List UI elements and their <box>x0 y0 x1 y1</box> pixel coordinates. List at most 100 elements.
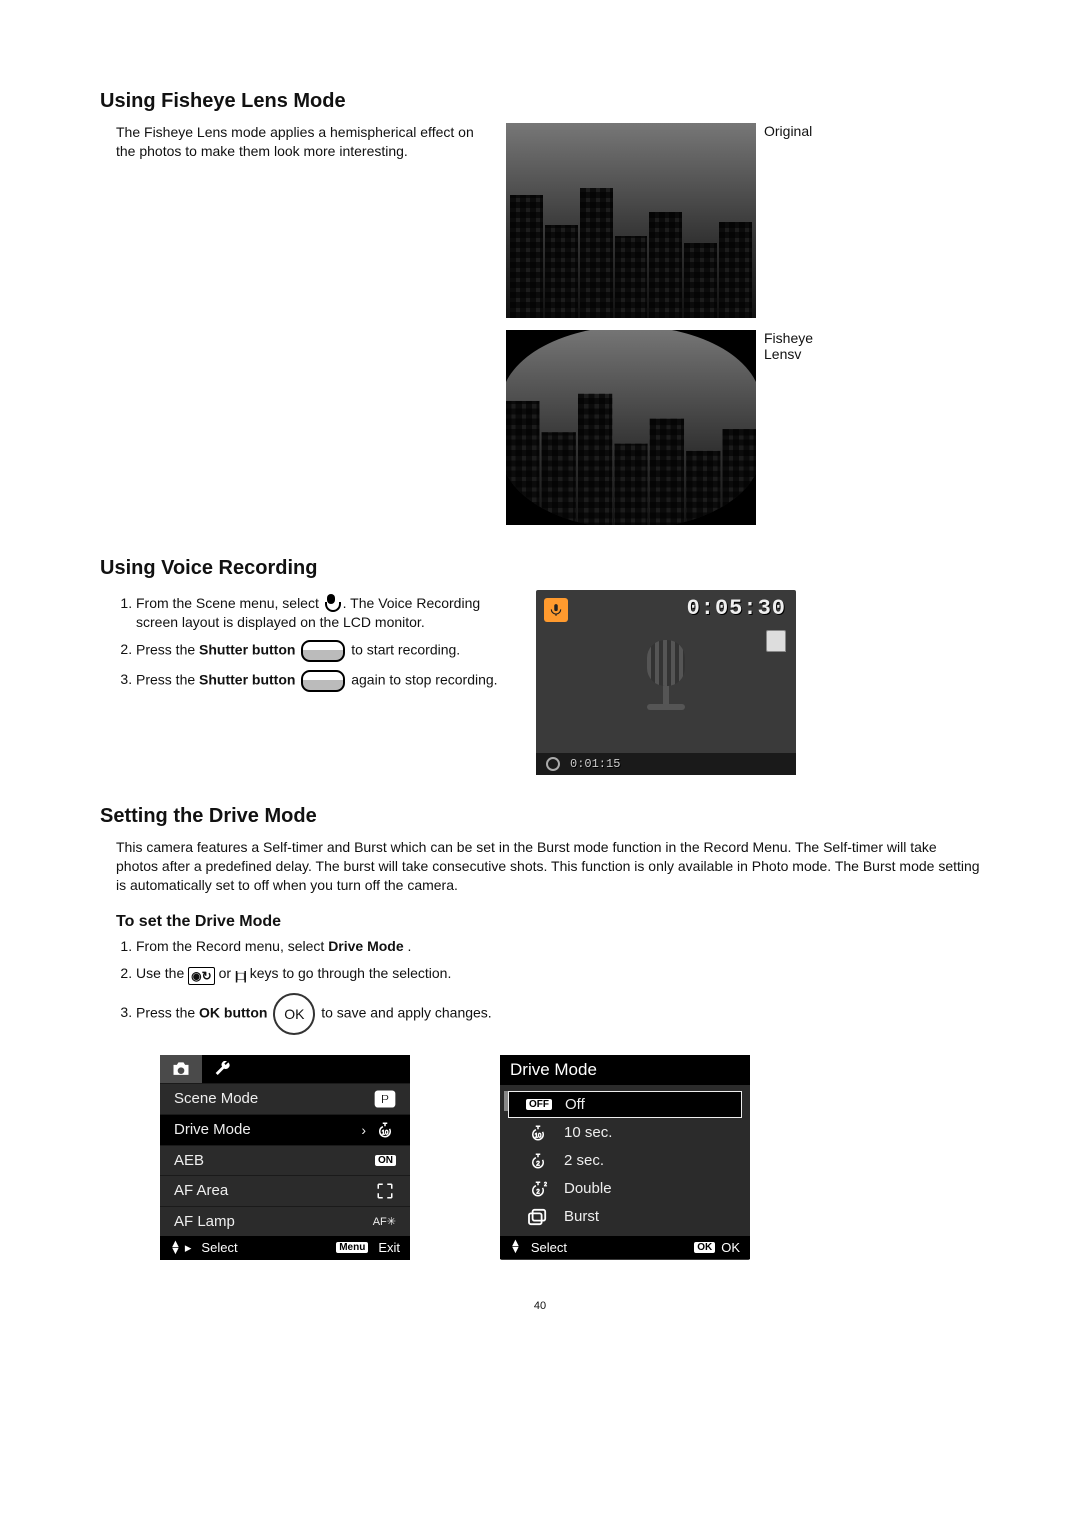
label-fisheye-1: Fisheye <box>764 330 824 346</box>
program-p-icon: P <box>374 1090 396 1108</box>
menu-item-drive-mode[interactable]: Drive Mode › 10 <box>160 1114 410 1145</box>
voice-step-2a: Press the <box>136 641 199 657</box>
microphone-large-icon <box>647 640 685 710</box>
heading-drive: Setting the Drive Mode <box>100 805 980 828</box>
drive-menu-title: Drive Mode <box>500 1055 750 1085</box>
voice-step-3b: Shutter button <box>199 671 295 687</box>
drive-intro: This camera features a Self-timer and Bu… <box>100 838 980 895</box>
fisheye-intro: The Fisheye Lens mode applies a hemisphe… <box>116 123 486 161</box>
figure-record-menu: Scene Mode P Drive Mode › 10 AEB ON AF A… <box>160 1055 410 1260</box>
drive-option-10sec[interactable]: 10 10 sec. <box>508 1120 742 1146</box>
footer-select-label: Select <box>201 1240 237 1255</box>
svg-text:10: 10 <box>382 1130 389 1136</box>
drive-option-2sec[interactable]: 2 2 sec. <box>508 1148 742 1174</box>
microphone-icon <box>323 594 339 612</box>
off-badge-icon: OFF <box>526 1099 552 1110</box>
voice-step-2: Press the Shutter button to start record… <box>136 640 516 662</box>
voice-step-3a: Press the <box>136 671 199 687</box>
menu-item-label: AEB <box>174 1152 204 1169</box>
timer-10-icon: 10 <box>527 1124 549 1142</box>
figure-voice-recorder-lcd: 0:05:30 0:01:15 <box>536 590 796 775</box>
drive-step-2b: or <box>219 965 235 981</box>
drive-step-1c: . <box>408 938 412 954</box>
on-badge-icon: ON <box>375 1155 396 1166</box>
timer-double-icon: 22 <box>527 1180 549 1198</box>
timer-2-icon: 2 <box>527 1152 549 1170</box>
drive-option-burst[interactable]: Burst <box>508 1204 742 1230</box>
af-lamp-value: AF✳ <box>373 1215 396 1228</box>
drive-option-off[interactable]: OFF Off <box>508 1091 742 1118</box>
figure-original-photo <box>506 123 756 318</box>
timer-10-icon: 10 <box>374 1121 396 1139</box>
svg-text:P: P <box>381 1092 389 1106</box>
drive-step-2c: keys to go through the selection. <box>250 965 452 981</box>
burst-icon <box>527 1208 549 1226</box>
memory-card-icon <box>766 630 786 652</box>
label-fisheye-2: Lensv <box>764 346 824 362</box>
heading-voice: Using Voice Recording <box>100 557 980 580</box>
voice-step-1: From the Scene menu, select . The Voice … <box>136 594 516 632</box>
drive-step-3b: OK button <box>199 1004 267 1020</box>
tab-camera[interactable] <box>160 1055 202 1083</box>
tab-setup[interactable] <box>202 1055 244 1083</box>
drive-option-label: 2 sec. <box>564 1152 604 1169</box>
drive-step-1: From the Record menu, select Drive Mode … <box>136 937 980 956</box>
footer-exit-label: Exit <box>378 1240 400 1255</box>
wrench-icon <box>213 1061 233 1077</box>
voice-step-3: Press the Shutter button again to stop r… <box>136 670 516 692</box>
menu-item-af-lamp[interactable]: AF Lamp AF✳ <box>160 1206 410 1236</box>
drive-option-label: Double <box>564 1180 612 1197</box>
svg-text:2: 2 <box>544 1182 547 1188</box>
up-down-icon: ▲▼ <box>170 1241 181 1255</box>
label-original: Original <box>764 123 824 139</box>
voice-elapsed-time: 0:01:15 <box>570 757 620 771</box>
drive-step-1b: Drive Mode <box>328 938 403 954</box>
menu-item-label: Drive Mode <box>174 1121 251 1138</box>
voice-mode-icon <box>544 598 568 622</box>
drive-option-label: Burst <box>564 1208 599 1225</box>
menu-item-scene-mode[interactable]: Scene Mode P <box>160 1083 410 1114</box>
figure-fisheye-photo <box>506 330 756 525</box>
self-timer-key-icon: ◉↻ <box>188 967 215 985</box>
menu-badge-icon: Menu <box>336 1242 368 1253</box>
chevron-right-icon: › <box>361 1122 366 1138</box>
footer-ok-label: OK <box>721 1240 740 1255</box>
footer-select-label: Select <box>531 1240 567 1255</box>
shutter-button-icon <box>301 640 345 662</box>
svg-text:2: 2 <box>536 1189 540 1195</box>
page-number: 40 <box>100 1300 980 1312</box>
subheading-set-drive: To set the Drive Mode <box>100 913 980 931</box>
figure-drive-mode-menu: Drive Mode OFF Off 10 10 sec. 2 2 sec. 2… <box>500 1055 750 1260</box>
camera-icon <box>171 1061 191 1077</box>
up-down-icon: ▲▼ <box>510 1240 521 1254</box>
ok-badge-icon: OK <box>694 1242 715 1253</box>
drive-step-1a: From the Record menu, select <box>136 938 328 954</box>
voice-remaining-time: 0:05:30 <box>687 596 786 621</box>
drive-option-double[interactable]: 22 Double <box>508 1176 742 1202</box>
left-right-icon: ▸ <box>185 1240 192 1256</box>
heading-fisheye: Using Fisheye Lens Mode <box>100 90 980 113</box>
voice-step-1a: From the Scene menu, select <box>136 595 323 611</box>
menu-item-af-area[interactable]: AF Area <box>160 1175 410 1206</box>
menu-item-aeb[interactable]: AEB ON <box>160 1145 410 1175</box>
menu-item-label: AF Lamp <box>174 1213 235 1230</box>
drive-step-3a: Press the <box>136 1004 199 1020</box>
shutter-button-icon <box>301 670 345 692</box>
drive-step-2a: Use the <box>136 965 188 981</box>
ok-button-icon <box>273 993 315 1035</box>
record-indicator-icon <box>546 757 560 771</box>
drive-step-2: Use the ◉↻ or |□| keys to go through the… <box>136 964 980 985</box>
drive-step-3c: to save and apply changes. <box>321 1004 491 1020</box>
voice-step-2b: Shutter button <box>199 641 295 657</box>
svg-text:2: 2 <box>536 1160 540 1167</box>
voice-step-3c: again to stop recording. <box>351 671 497 687</box>
menu-item-label: AF Area <box>174 1182 228 1199</box>
display-key-icon: |□| <box>235 968 246 984</box>
drive-step-3: Press the OK button to save and apply ch… <box>136 993 980 1035</box>
menu-item-label: Scene Mode <box>174 1090 258 1107</box>
drive-option-label: Off <box>565 1096 585 1113</box>
drive-option-label: 10 sec. <box>564 1124 612 1141</box>
af-area-icon <box>374 1182 396 1200</box>
voice-step-2c: to start recording. <box>351 641 460 657</box>
svg-text:10: 10 <box>535 1133 542 1139</box>
